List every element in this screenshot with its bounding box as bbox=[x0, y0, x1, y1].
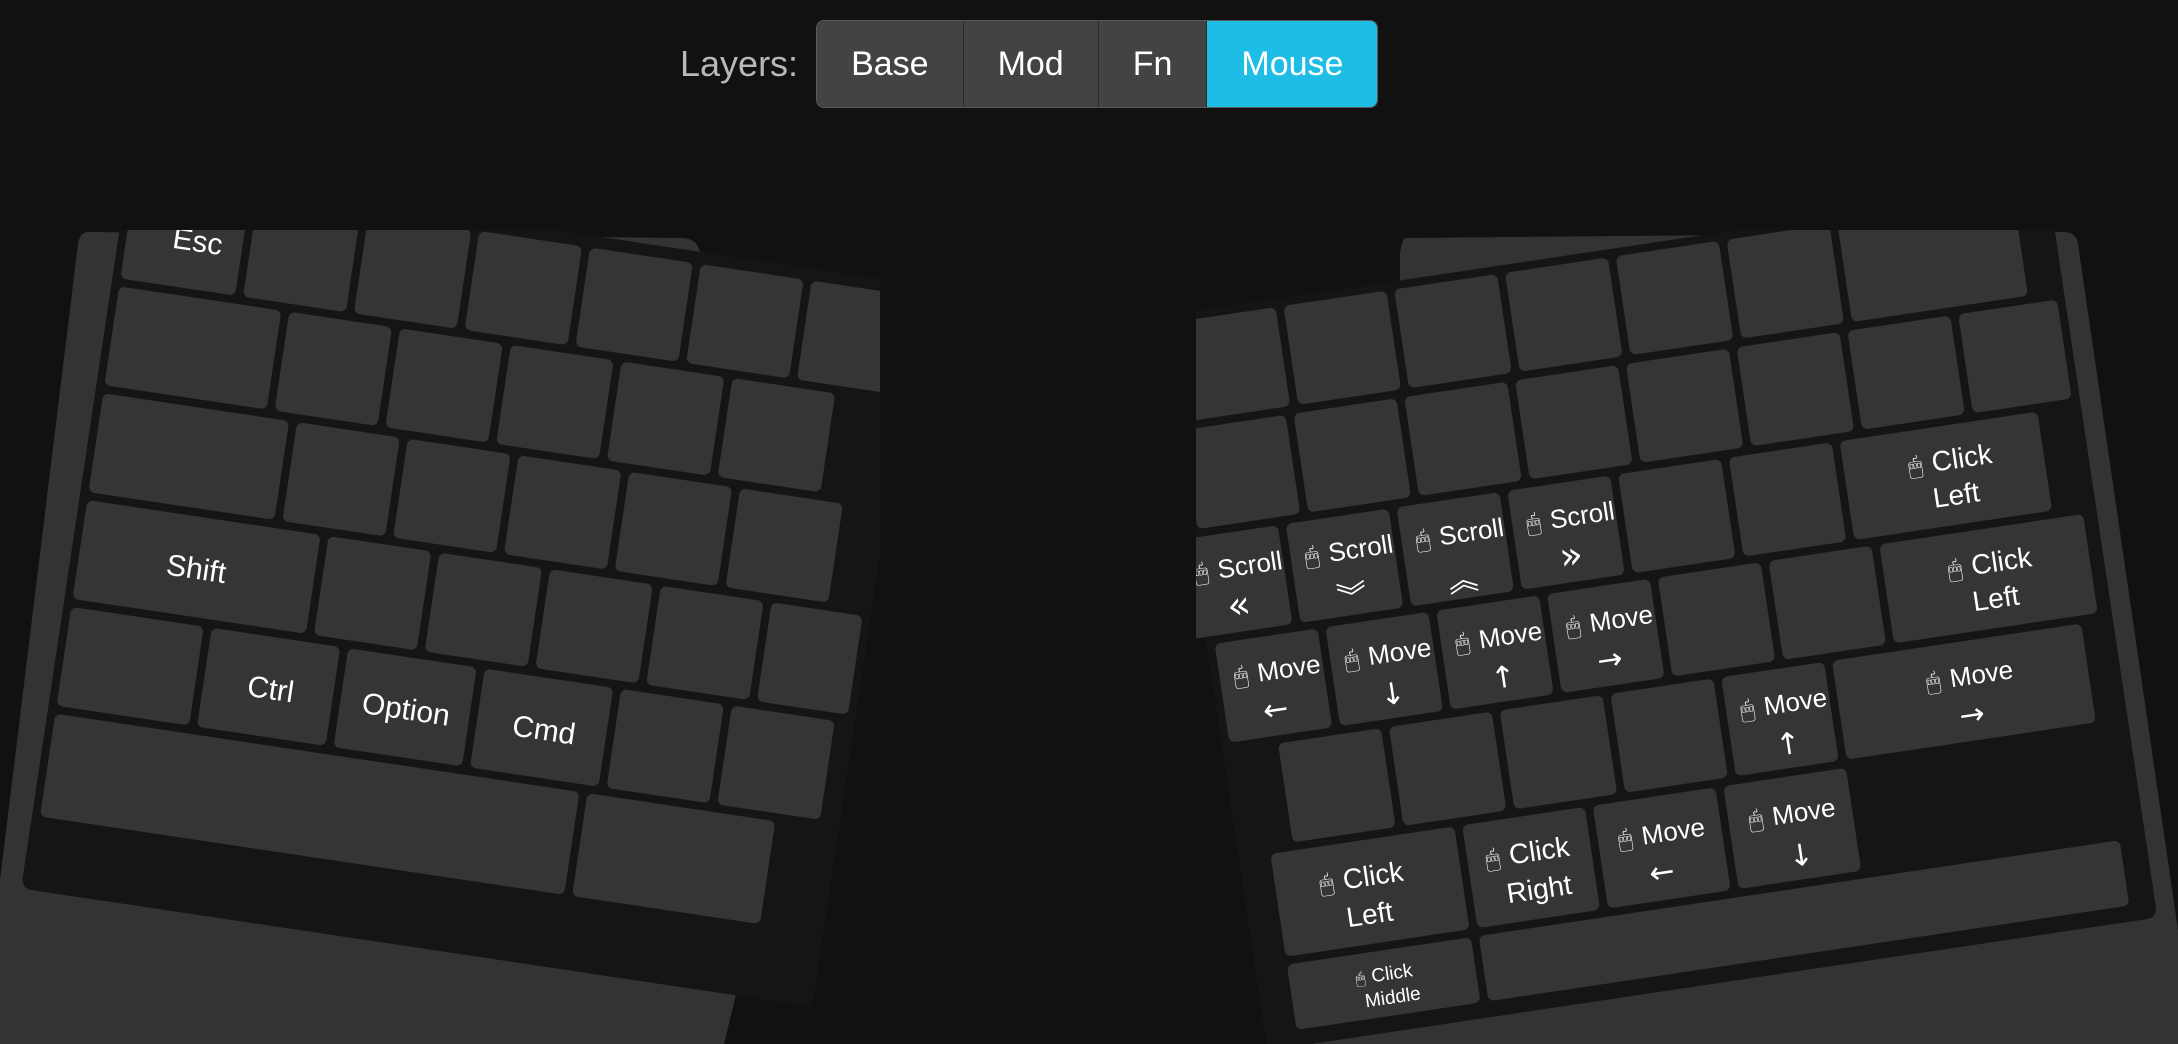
key[interactable] bbox=[607, 361, 725, 475]
key[interactable] bbox=[1847, 315, 1965, 429]
key[interactable] bbox=[1196, 415, 1300, 529]
key[interactable] bbox=[1618, 459, 1736, 573]
arrow-right-icon: → bbox=[1957, 696, 1987, 734]
key-cmd[interactable]: Cmd bbox=[470, 669, 613, 787]
layer-selector: Layers: Base Mod Fn Mouse bbox=[680, 20, 1379, 108]
key[interactable] bbox=[686, 264, 804, 378]
key[interactable] bbox=[1727, 230, 1845, 339]
key-move-left[interactable]: 🖱 Move ← bbox=[1215, 628, 1333, 742]
key[interactable] bbox=[535, 569, 653, 683]
key[interactable] bbox=[1737, 332, 1855, 446]
key[interactable] bbox=[1389, 712, 1507, 826]
layer-base-button[interactable]: Base bbox=[817, 21, 964, 107]
key[interactable] bbox=[1610, 679, 1728, 793]
key[interactable] bbox=[1616, 241, 1734, 355]
key-scroll-up[interactable]: 🖱 Scroll ︽ bbox=[1396, 492, 1514, 606]
right-keyboard-half: 🖱 Scroll « 🖱 Scroll ︾ 🖱 Scroll ︽ 🖱 Scrol… bbox=[1196, 230, 2178, 1044]
key[interactable] bbox=[1658, 562, 1776, 676]
key[interactable] bbox=[1515, 365, 1633, 479]
key[interactable] bbox=[354, 230, 472, 329]
key[interactable] bbox=[1768, 546, 1886, 660]
arrow-down-icon: ↓ bbox=[1378, 675, 1408, 713]
key-scroll-down[interactable]: 🖱 Scroll ︾ bbox=[1286, 509, 1404, 623]
key[interactable] bbox=[757, 602, 863, 715]
key[interactable] bbox=[1958, 300, 2072, 414]
key-ctrl[interactable]: Ctrl bbox=[197, 628, 340, 746]
key-scroll-left[interactable]: 🖱 Scroll « bbox=[1196, 525, 1293, 639]
arrow-up-icon: ↑ bbox=[1773, 725, 1803, 763]
key-ctrl-label: Ctrl bbox=[245, 670, 296, 710]
double-chevron-down-icon: ︾ bbox=[1335, 578, 1370, 617]
double-chevron-up-icon: ︽ bbox=[1446, 561, 1481, 600]
key[interactable] bbox=[496, 345, 614, 459]
key[interactable] bbox=[615, 472, 733, 586]
layers-label: Layers: bbox=[680, 43, 799, 84]
key[interactable] bbox=[465, 231, 583, 345]
arrow-up-icon: ↑ bbox=[1488, 659, 1518, 697]
key-move-up[interactable]: 🖱 Move ↑ bbox=[1721, 662, 1839, 776]
key[interactable] bbox=[606, 689, 724, 803]
key[interactable] bbox=[1404, 382, 1522, 496]
layer-mod-button[interactable]: Mod bbox=[963, 21, 1099, 107]
left-keyboard-half: Esc Shift Ctrl Option Cmd bbox=[0, 230, 880, 1044]
key-move-left[interactable]: 🖱 Move ← bbox=[1593, 787, 1731, 908]
layer-button-group: Base Mod Fn Mouse bbox=[816, 20, 1379, 108]
key[interactable] bbox=[282, 422, 400, 536]
key[interactable] bbox=[1505, 257, 1623, 371]
key[interactable] bbox=[275, 312, 393, 426]
key-scroll-right[interactable]: 🖱 Scroll » bbox=[1507, 476, 1625, 590]
key[interactable] bbox=[725, 488, 843, 602]
key[interactable] bbox=[1394, 274, 1512, 388]
key-click-right[interactable]: 🖱 Click Right bbox=[1462, 807, 1600, 928]
key[interactable] bbox=[717, 706, 835, 820]
key[interactable] bbox=[718, 378, 836, 492]
key[interactable] bbox=[646, 586, 764, 700]
key-move-up[interactable]: 🖱 Move ↑ bbox=[1436, 595, 1554, 709]
arrow-right-icon: → bbox=[1595, 641, 1625, 679]
key[interactable] bbox=[425, 553, 543, 667]
key[interactable] bbox=[1293, 398, 1411, 512]
key[interactable] bbox=[1283, 291, 1401, 405]
key[interactable] bbox=[314, 536, 432, 650]
key-move-down[interactable]: 🖱 Move ↓ bbox=[1325, 612, 1443, 726]
key-move-down[interactable]: 🖱 Move ↓ bbox=[1723, 768, 1861, 889]
key[interactable] bbox=[385, 328, 503, 442]
layer-mouse-button[interactable]: Mouse bbox=[1207, 21, 1378, 107]
key-option[interactable]: Option bbox=[333, 648, 476, 766]
key[interactable] bbox=[797, 281, 880, 394]
key[interactable] bbox=[393, 439, 511, 553]
key[interactable] bbox=[1729, 442, 1847, 556]
layer-fn-button[interactable]: Fn bbox=[1098, 21, 1208, 107]
key[interactable] bbox=[57, 607, 204, 726]
key[interactable] bbox=[1278, 728, 1396, 842]
key[interactable] bbox=[1626, 349, 1744, 463]
key-move-right[interactable]: 🖱 Move → bbox=[1547, 579, 1665, 693]
arrow-down-icon: ↓ bbox=[1786, 837, 1816, 875]
key[interactable] bbox=[504, 455, 622, 569]
arrow-left-icon: ← bbox=[1647, 854, 1677, 892]
key[interactable] bbox=[1500, 695, 1618, 809]
arrow-left-icon: ← bbox=[1261, 691, 1291, 729]
key[interactable] bbox=[1196, 307, 1290, 422]
key[interactable] bbox=[575, 248, 693, 362]
